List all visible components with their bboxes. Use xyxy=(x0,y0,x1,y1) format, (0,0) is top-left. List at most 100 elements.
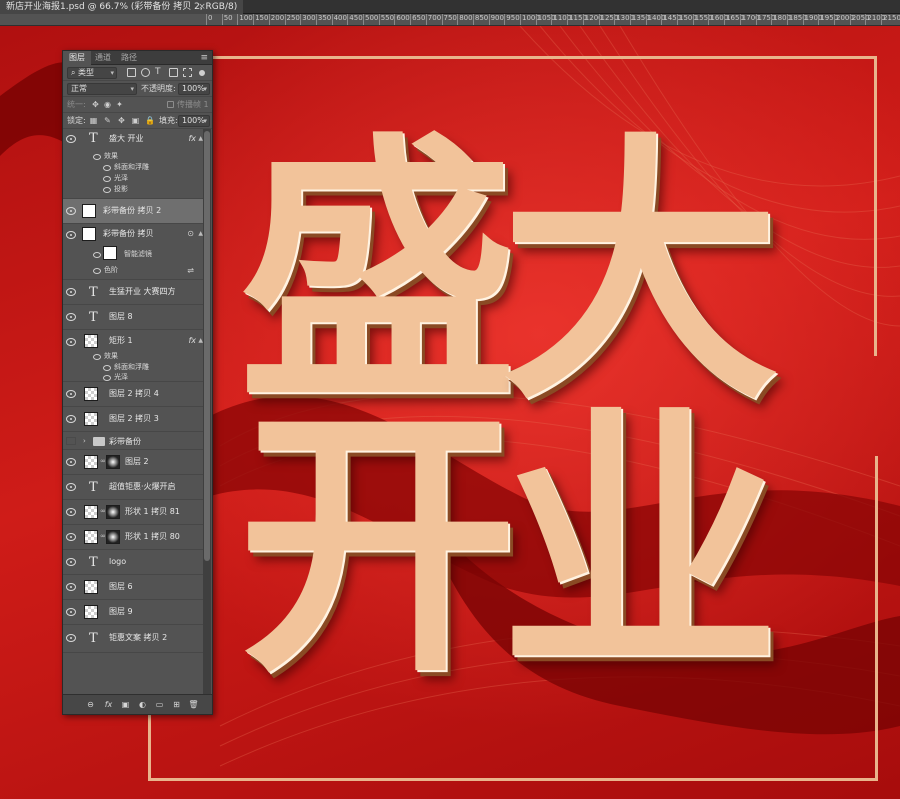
layer-row-selected[interactable]: 彩带备份 拷贝 2 xyxy=(63,199,204,224)
visibility-eye-icon[interactable] xyxy=(93,154,101,160)
visibility-eye-icon[interactable] xyxy=(103,165,111,171)
filter-kind-select[interactable]: ⌕ 类型 ▾ xyxy=(67,67,117,79)
layer-row[interactable]: ∞ 形状 1 拷贝 81 xyxy=(63,500,204,525)
pixel-filter-icon[interactable] xyxy=(127,68,136,77)
scrollbar-thumb[interactable] xyxy=(204,131,210,561)
layer-list-scrollbar[interactable] xyxy=(203,129,211,694)
visibility-eye-icon[interactable] xyxy=(66,338,76,346)
fill-input[interactable]: 100% ▾ xyxy=(178,115,210,127)
layer-row[interactable]: T 钜惠文案 拷贝 2 xyxy=(63,625,204,653)
tab-layers[interactable]: 图层 xyxy=(63,51,91,65)
visibility-eye-icon[interactable] xyxy=(66,135,76,143)
add-mask-icon[interactable]: ▣ xyxy=(120,699,131,710)
visibility-toggle-empty[interactable] xyxy=(66,437,76,445)
lock-all-icon[interactable]: 🔒 xyxy=(145,116,155,125)
chevron-right-icon[interactable]: › xyxy=(83,437,86,446)
visibility-eye-icon[interactable] xyxy=(93,252,101,258)
layer-row[interactable]: T 生猛开业 大赛四方 xyxy=(63,280,204,305)
visibility-eye-icon[interactable] xyxy=(103,187,111,193)
layer-row[interactable]: T 图层 8 xyxy=(63,305,204,330)
layer-mask-thumbnail[interactable] xyxy=(106,455,120,469)
effect-item[interactable]: 斜面和浮雕 xyxy=(114,363,149,372)
visibility-eye-icon[interactable] xyxy=(66,608,76,616)
layer-thumbnail xyxy=(84,580,98,594)
lock-position-icon[interactable]: ✥ xyxy=(117,116,126,125)
effect-item[interactable]: 光泽 xyxy=(114,174,128,183)
lock-artboard-icon[interactable]: ▣ xyxy=(131,116,140,125)
layer-row[interactable]: 图层 2 拷贝 4 xyxy=(63,382,204,407)
layer-row[interactable]: 矩形 1 fx ▲ 效果 斜面和浮雕 光泽 xyxy=(63,330,204,382)
visibility-eye-icon[interactable] xyxy=(66,207,76,215)
opacity-input[interactable]: 100% ▾ xyxy=(178,83,210,95)
link-layers-icon[interactable]: ⊖ xyxy=(85,699,96,710)
unify-visibility-icon[interactable]: ◉ xyxy=(103,100,112,109)
propagate-checkbox[interactable] xyxy=(167,101,174,108)
visibility-eye-icon[interactable] xyxy=(66,458,76,466)
layer-row[interactable]: ∞ 图层 2 xyxy=(63,450,204,475)
visibility-eye-icon[interactable] xyxy=(93,268,101,274)
close-tab-icon[interactable]: × xyxy=(196,0,208,14)
visibility-eye-icon[interactable] xyxy=(103,176,111,182)
layer-row[interactable]: 图层 6 xyxy=(63,575,204,600)
fx-icon[interactable]: fx xyxy=(188,336,196,346)
visibility-eye-icon[interactable] xyxy=(103,365,111,371)
smart-object-filter-icon[interactable] xyxy=(183,68,192,77)
type-filter-icon[interactable]: T xyxy=(155,68,164,77)
layer-list[interactable]: T 盛大 开业 fx ▲ 效果 斜面和浮雕 光泽 投影 彩带备份 拷贝 2 彩带… xyxy=(63,129,204,694)
visibility-eye-icon[interactable] xyxy=(66,583,76,591)
new-adjustment-icon[interactable]: ◐ xyxy=(137,699,148,710)
visibility-eye-icon[interactable] xyxy=(66,390,76,398)
visibility-eye-icon[interactable] xyxy=(103,375,111,381)
link-icon[interactable]: ∞ xyxy=(100,457,106,465)
layer-mask-thumbnail[interactable] xyxy=(106,530,120,544)
new-layer-icon[interactable]: ⊞ xyxy=(171,699,182,710)
fx-icon[interactable]: fx xyxy=(188,134,196,144)
visibility-eye-icon[interactable] xyxy=(66,558,76,566)
link-icon[interactable]: ∞ xyxy=(100,507,106,515)
add-style-icon[interactable]: fx xyxy=(103,699,114,710)
layer-row[interactable]: ∞ 形状 1 拷贝 80 xyxy=(63,525,204,550)
layer-group-row[interactable]: › 彩带备份 xyxy=(63,432,204,450)
effect-item[interactable]: 斜面和浮雕 xyxy=(114,163,149,172)
tab-paths[interactable]: 路径 xyxy=(115,51,143,65)
effect-item[interactable]: 投影 xyxy=(114,185,128,194)
blend-mode-select[interactable]: 正常 ▾ xyxy=(67,83,137,95)
unify-position-icon[interactable]: ✥ xyxy=(91,100,100,109)
layer-row[interactable]: T 盛大 开业 fx ▲ 效果 斜面和浮雕 光泽 投影 xyxy=(63,129,204,199)
visibility-eye-icon[interactable] xyxy=(66,415,76,423)
visibility-eye-icon[interactable] xyxy=(66,634,76,642)
layer-row[interactable]: 图层 9 xyxy=(63,600,204,625)
visibility-eye-icon[interactable] xyxy=(66,231,76,239)
opacity-label: 不透明度: xyxy=(141,84,176,93)
lock-paint-icon[interactable]: ✎ xyxy=(103,116,112,125)
layer-row[interactable]: T logo xyxy=(63,550,204,575)
adjustment-filter-icon[interactable] xyxy=(141,68,150,77)
ruler-tick-label: 200 xyxy=(268,14,285,25)
ruler-tick-label: 700 xyxy=(425,14,442,25)
visibility-eye-icon[interactable] xyxy=(93,354,101,360)
layer-name: 形状 1 拷贝 80 xyxy=(125,532,180,541)
link-icon[interactable]: ∞ xyxy=(100,532,106,540)
visibility-eye-icon[interactable] xyxy=(66,483,76,491)
visibility-eye-icon[interactable] xyxy=(66,508,76,516)
shape-filter-icon[interactable] xyxy=(169,68,178,77)
ruler-tick-label: 450 xyxy=(347,14,363,25)
new-group-icon[interactable]: ▭ xyxy=(154,699,165,710)
layer-row[interactable]: 图层 2 拷贝 3 xyxy=(63,407,204,432)
filter-options-icon[interactable]: ⇌ xyxy=(187,266,194,275)
unify-style-icon[interactable]: ✦ xyxy=(115,100,124,109)
panel-menu-icon[interactable]: ≡ xyxy=(200,51,208,65)
layer-mask-thumbnail[interactable] xyxy=(106,505,120,519)
layer-row[interactable]: 彩带备份 拷贝 ⊙ ▲ 智能滤镜 色阶 ⇌ xyxy=(63,224,204,280)
visibility-eye-icon[interactable] xyxy=(66,533,76,541)
effect-item[interactable]: 光泽 xyxy=(114,373,128,382)
tab-channels[interactable]: 通道 xyxy=(89,51,117,65)
filter-toggle-icon[interactable] xyxy=(199,70,205,76)
trash-icon[interactable]: 🗑 xyxy=(188,699,199,710)
visibility-eye-icon[interactable] xyxy=(66,288,76,296)
smart-filter-mask-thumbnail[interactable] xyxy=(103,246,117,260)
visibility-eye-icon[interactable] xyxy=(66,313,76,321)
lock-transparent-icon[interactable]: ▦ xyxy=(89,116,98,125)
layer-row[interactable]: T 超值钜惠·火爆开启 xyxy=(63,475,204,500)
filter-item[interactable]: 色阶 xyxy=(104,266,118,275)
